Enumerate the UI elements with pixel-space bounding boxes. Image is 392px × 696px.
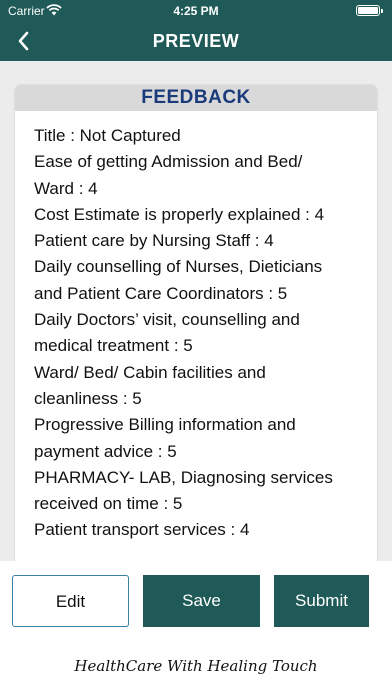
feedback-line: Ease of getting Admission and Bed/ <box>34 152 303 172</box>
feedback-line: Cost Estimate is properly explained : 4 <box>34 204 325 224</box>
bottom-action-bar: Edit Save Submit HealthCare With Healing… <box>0 561 392 696</box>
page-title: PREVIEW <box>152 31 240 51</box>
edit-button[interactable]: Edit <box>12 575 129 627</box>
feedback-line: Ward/ Bed/ Cabin facilities and <box>34 362 266 382</box>
status-bar: Carrier 4:25 PM <box>0 0 392 22</box>
feedback-header: FEEDBACK <box>15 85 377 111</box>
feedback-line: Patient care by Nursing Staff : 4 <box>34 231 274 251</box>
feedback-line: received on time : 5 <box>34 494 183 514</box>
battery-icon <box>356 5 383 16</box>
feedback-line: cleanliness : 5 <box>34 388 142 408</box>
feedback-line: Daily counselling of Nurses, Dieticians <box>34 257 323 277</box>
feedback-line: and Patient Care Coordinators : 5 <box>34 283 288 303</box>
feedback-line: medical treatment : 5 <box>34 336 193 356</box>
feedback-line: Patient transport services : 4 <box>34 520 250 540</box>
feedback-line: Progressive Billing information and <box>34 415 296 435</box>
top-bar: Carrier 4:25 PM PREVIEW <box>0 0 392 61</box>
feedback-line: Daily Doctors’ visit, counselling and <box>34 310 300 330</box>
feedback-line: Ward : 4 <box>34 178 98 198</box>
feedback-line: PHARMACY- LAB, Diagnosing services <box>34 467 333 487</box>
status-time: 4:25 PM <box>173 4 219 18</box>
submit-button[interactable]: Submit <box>274 575 369 627</box>
save-button[interactable]: Save <box>143 575 260 627</box>
feedback-line: Title : Not Captured <box>34 126 181 145</box>
feedback-card: FEEDBACK Title : Not Captured Ease of ge… <box>15 85 377 635</box>
feedback-line: payment advice : 5 <box>34 441 177 461</box>
feedback-list[interactable]: Title : Not Captured Ease of getting Adm… <box>15 111 377 544</box>
footer-tagline: HealthCare With Healing Touch <box>74 657 318 675</box>
